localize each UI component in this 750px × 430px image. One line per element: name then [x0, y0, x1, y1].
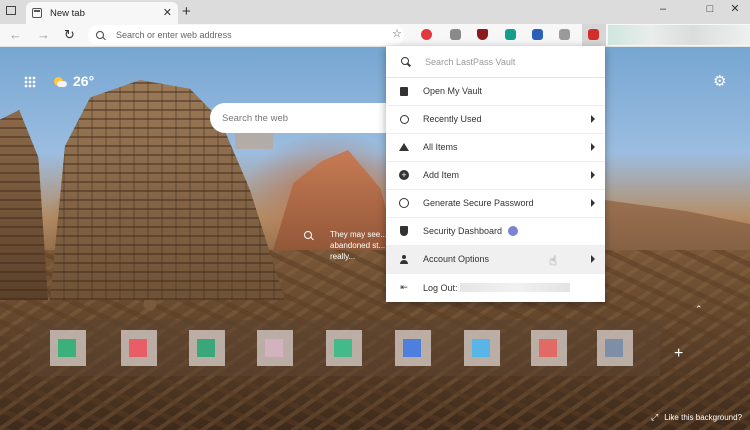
quick-link-tile[interactable]: [464, 330, 500, 366]
quick-link-tile[interactable]: [257, 330, 293, 366]
web-search-box[interactable]: [210, 103, 392, 133]
quick-link-tile[interactable]: [326, 330, 362, 366]
menu-item-account-options[interactable]: Account Options: [386, 246, 605, 274]
refresh-button-icon[interactable]: ↻: [64, 26, 75, 44]
lastpass-extension-icon: [588, 29, 599, 40]
submenu-arrow-icon: [591, 115, 595, 123]
quick-link-tile[interactable]: [597, 330, 633, 366]
quick-link-icon: [605, 339, 623, 357]
quick-link-tile[interactable]: [395, 330, 431, 366]
search-icon: [401, 56, 411, 67]
weather-widget[interactable]: 26°: [54, 73, 94, 89]
partly-cloudy-icon: [54, 76, 67, 87]
menu-item-security-dashboard[interactable]: Security Dashboard: [386, 218, 605, 246]
quick-link-tile[interactable]: [531, 330, 567, 366]
submenu-arrow-icon: [591, 143, 595, 151]
plus-circle-icon: +: [399, 170, 409, 181]
profile-area[interactable]: [608, 25, 750, 45]
caption-search-icon[interactable]: [304, 231, 314, 241]
menu-item-label: All Items: [423, 142, 458, 153]
vault-icon: [399, 86, 409, 96]
quick-link-icon: [403, 339, 421, 357]
menu-item-recently-used[interactable]: Recently Used: [386, 106, 605, 134]
menu-item-label: Generate Secure Password: [423, 198, 534, 209]
lastpass-extension-button[interactable]: [582, 24, 606, 46]
chevron-up-icon[interactable]: ⌃: [695, 304, 703, 315]
menu-item-label: Security Dashboard: [423, 226, 503, 237]
page-settings-gear-icon[interactable]: ⚙: [713, 72, 726, 90]
address-input[interactable]: [114, 29, 368, 41]
menu-item-label: Add Item: [423, 170, 460, 181]
menu-item-label: Recently Used: [423, 114, 482, 125]
forward-button-icon[interactable]: →: [37, 26, 50, 44]
logout-icon: ⇤: [400, 282, 408, 293]
address-bar[interactable]: [88, 25, 404, 45]
lastpass-menu: Open My Vault Recently Used All Items + …: [386, 46, 605, 302]
notion-extension-icon[interactable]: [450, 29, 461, 40]
bitwarden-extension-icon[interactable]: [532, 29, 543, 40]
tab-close-icon[interactable]: ✕: [163, 6, 172, 19]
menu-item-label: Log Out:: [423, 282, 458, 293]
quick-links-bar: [30, 320, 660, 376]
clock-icon: [399, 114, 409, 124]
tab-title: New tab: [50, 7, 85, 19]
menu-item-log-out[interactable]: ⇤ Log Out:: [386, 274, 605, 302]
tab-new-tab[interactable]: New tab ✕: [26, 2, 178, 24]
back-button-icon[interactable]: ←: [9, 26, 22, 44]
new-tab-favicon-icon: [32, 8, 42, 18]
minimize-button[interactable]: –: [646, 0, 680, 20]
user-icon: [399, 254, 409, 264]
quick-link-icon: [197, 339, 215, 357]
quick-link-icon: [58, 339, 76, 357]
favorites-star-icon[interactable]: ☆: [392, 27, 402, 40]
submenu-arrow-icon: [591, 255, 595, 263]
submenu-arrow-icon: [591, 171, 595, 179]
quick-link-tile[interactable]: [189, 330, 225, 366]
menu-item-add-item[interactable]: + Add Item: [386, 162, 605, 190]
add-quick-link-button[interactable]: +: [674, 345, 683, 363]
app-launcher-icon[interactable]: [24, 76, 36, 88]
quick-link-icon: [472, 339, 490, 357]
quick-link-tile[interactable]: [50, 330, 86, 366]
temperature: 26°: [73, 73, 95, 89]
image-caption[interactable]: They may see... abandoned st... really..…: [330, 229, 390, 262]
teal-extension-icon[interactable]: [505, 29, 516, 40]
blurred-account-email: [459, 283, 570, 293]
tab-actions-icon[interactable]: [6, 6, 16, 15]
shield-icon: [399, 226, 409, 237]
ublock-extension-icon[interactable]: [477, 29, 488, 40]
key-icon: [399, 198, 409, 209]
quick-link-icon: [129, 339, 147, 357]
menu-item-label: Account Options: [423, 254, 490, 265]
menu-item-all-items[interactable]: All Items: [386, 134, 605, 162]
quick-link-icon: [539, 339, 557, 357]
quick-link-tile[interactable]: [121, 330, 157, 366]
lastpass-search-input[interactable]: [423, 55, 597, 68]
menu-item-label: Open My Vault: [423, 86, 482, 97]
search-icon: [96, 30, 105, 40]
toolbar: ← → ↻ ☆: [0, 24, 750, 47]
tab-strip: New tab ✕ + – □ ✕: [0, 0, 750, 24]
blurred-region: [235, 133, 273, 149]
expand-icon: ⤢: [651, 412, 659, 422]
lastpass-search[interactable]: [386, 46, 605, 78]
home-icon: [399, 142, 409, 152]
like-background-label: Like this background?: [664, 413, 743, 422]
submenu-arrow-icon: [591, 199, 595, 207]
new-tab-button[interactable]: +: [182, 2, 191, 22]
menu-item-generate-password[interactable]: Generate Secure Password: [386, 190, 605, 218]
close-window-button[interactable]: ✕: [718, 0, 750, 20]
security-badge-icon: [508, 226, 519, 237]
red-circle-extension-icon[interactable]: [421, 29, 432, 40]
like-background-link[interactable]: ⤢ Like this background?: [651, 412, 742, 423]
web-search-input[interactable]: [220, 111, 384, 125]
hand-cursor-icon: ☝: [549, 253, 557, 268]
quick-link-icon: [265, 339, 283, 357]
gray-extension-icon[interactable]: [559, 29, 570, 40]
menu-item-open-my-vault[interactable]: Open My Vault: [386, 78, 605, 106]
quick-link-icon: [334, 339, 352, 357]
